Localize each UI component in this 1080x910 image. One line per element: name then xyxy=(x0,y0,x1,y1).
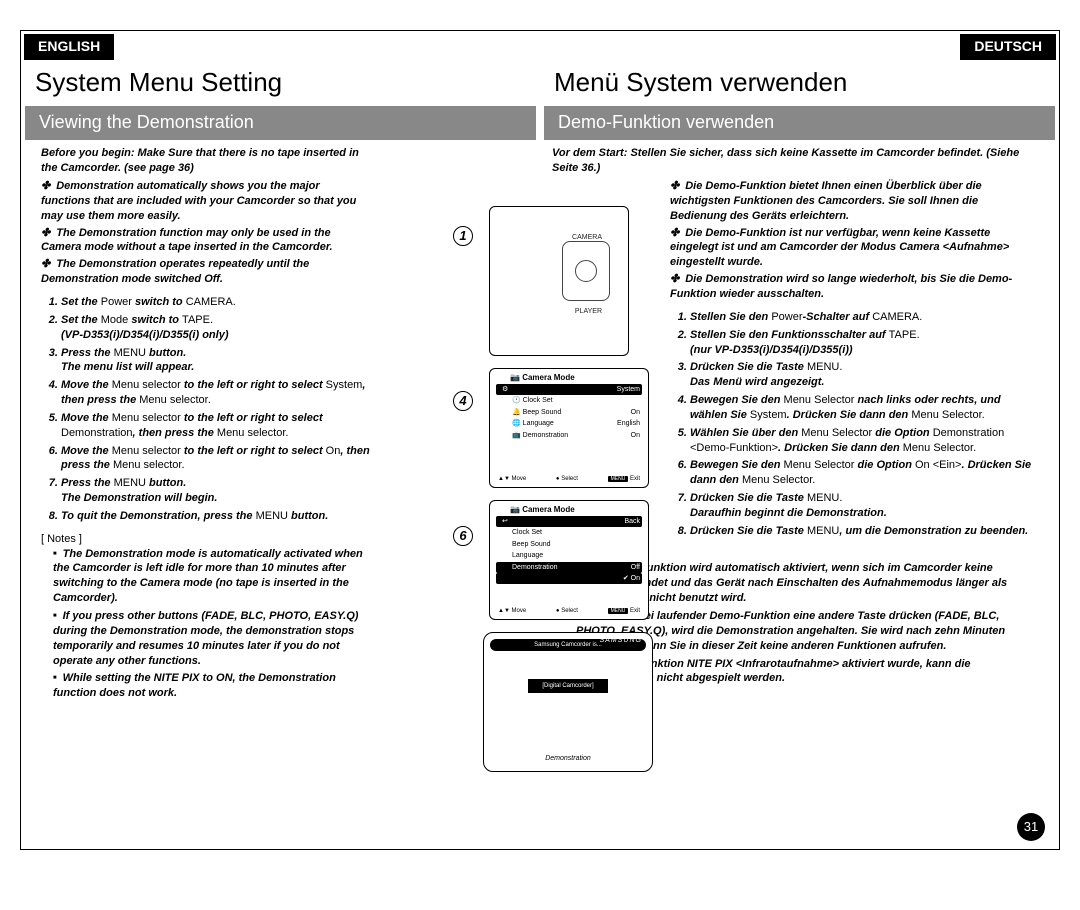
label-camera: CAMERA xyxy=(572,233,602,242)
menu-item: Beep Sound xyxy=(496,539,642,550)
left-heading: System Menu Setting xyxy=(35,65,540,100)
bullet: The Demonstration operates repeatedly un… xyxy=(41,257,370,287)
mode-dial-icon xyxy=(562,241,610,301)
step-badge-1: 1 xyxy=(453,226,473,246)
step-badge-6: 6 xyxy=(453,526,473,546)
right-intro: Vor dem Start: Stellen Sie sicher, dass … xyxy=(552,146,1035,176)
menu-item: Clock Set xyxy=(496,527,642,538)
left-notes: The Demonstration mode is automatically … xyxy=(41,547,370,701)
center-figures: 1 CAMERA PLAYER 4 📷 Camera Mode ⚙ System… xyxy=(441,206,651,772)
step-badge-4: 4 xyxy=(453,391,473,411)
menu-title: 📷 Camera Mode xyxy=(510,505,642,516)
lang-tab-deutsch: DEUTSCH xyxy=(960,34,1056,60)
step: Move the Menu selector to the left or ri… xyxy=(61,378,370,408)
step: Stellen Sie den Funktionsschalter auf TA… xyxy=(690,328,1035,358)
step: Set the Power switch to CAMERA. xyxy=(61,295,370,310)
demo-top-bar: Samsung Camcorder is... SAMSUNG xyxy=(490,639,646,651)
right-steps: Stellen Sie den Power-Schalter auf CAMER… xyxy=(670,310,1035,539)
menu-screen-6: 📷 Camera Mode ↩ Back Clock Set Beep Soun… xyxy=(489,500,649,620)
menu-subhead: ⚙ System xyxy=(496,384,642,395)
left-bullets: Demonstration automatically shows you th… xyxy=(41,179,370,287)
menu-title: 📷 Camera Mode xyxy=(510,373,642,384)
left-intro: Before you begin: Make Sure that there i… xyxy=(41,146,370,176)
demo-mid-label: [Digital Camcorder] xyxy=(528,679,608,693)
step: Wählen Sie über den Menu Selector die Op… xyxy=(690,426,1035,456)
right-heading: Menü System verwenden xyxy=(554,65,1059,100)
bullet: Die Demo-Funktion ist nur verfügbar, wen… xyxy=(670,226,1035,271)
step: Drücken Sie die Taste MENU, um die Demon… xyxy=(690,524,1035,539)
note: While setting the NITE PIX to ON, the De… xyxy=(53,671,370,701)
menu-hints: ▲▼ Move ● Select MENU Exit xyxy=(498,475,640,483)
demo-bottom-label: Demonstration xyxy=(484,754,652,763)
notes-label: [ Notes ] xyxy=(41,532,370,547)
right-bullets: Die Demo-Funktion bietet Ihnen einen Übe… xyxy=(670,179,1035,302)
menu-back: ↩ Back xyxy=(496,516,642,527)
menu-item: Language xyxy=(496,550,642,561)
menu-item: 🔔 Beep SoundOn xyxy=(496,407,642,418)
menu-item: 🕐 Clock Set xyxy=(496,395,642,406)
step: Move the Menu selector to the left or ri… xyxy=(61,444,370,474)
page-number: 31 xyxy=(1017,813,1045,841)
right-subheading: Demo-Funktion verwenden xyxy=(544,106,1055,140)
step: Bewegen Sie den Menu Selector nach links… xyxy=(690,393,1035,423)
menu-item-selected: DemonstrationOff xyxy=(496,562,642,573)
step: Bewegen Sie den Menu Selector die Option… xyxy=(690,458,1035,488)
bullet: Demonstration automatically shows you th… xyxy=(41,179,370,224)
step: Drücken Sie die Taste MENU.Daraufhin beg… xyxy=(690,491,1035,521)
menu-item: 📺 DemonstrationOn xyxy=(496,430,642,441)
step: Stellen Sie den Power-Schalter auf CAMER… xyxy=(690,310,1035,325)
left-steps: Set the Power switch to CAMERA. Set the … xyxy=(41,295,370,524)
bullet: Die Demo-Funktion bietet Ihnen einen Übe… xyxy=(670,179,1035,224)
bullet: The Demonstration function may only be u… xyxy=(41,226,370,256)
menu-screen-4: 📷 Camera Mode ⚙ System 🕐 Clock Set 🔔 Bee… xyxy=(489,368,649,488)
menu-item-on: ✔ On xyxy=(496,573,642,584)
brand-logo: SAMSUNG xyxy=(600,636,642,645)
menu-item: 🌐 LanguageEnglish xyxy=(496,418,642,429)
bullet: Die Demonstration wird so lange wiederho… xyxy=(670,272,1035,302)
lang-tab-english: ENGLISH xyxy=(24,34,114,60)
step: To quit the Demonstration, press the MEN… xyxy=(61,509,370,524)
step: Press the MENU button.The Demonstration … xyxy=(61,476,370,506)
step: Move the Menu selector to the left or ri… xyxy=(61,411,370,441)
left-subheading: Viewing the Demonstration xyxy=(25,106,536,140)
menu-hints: ▲▼ Move ● Select MENU Exit xyxy=(498,607,640,615)
note: If you press other buttons (FADE, BLC, P… xyxy=(53,609,370,668)
step: Set the Mode switch to TAPE.(VP-D353(i)/… xyxy=(61,313,370,343)
manual-page: ENGLISH System Menu Setting Viewing the … xyxy=(20,30,1060,850)
demo-screen: Samsung Camcorder is... SAMSUNG [Digital… xyxy=(483,632,653,772)
label-player: PLAYER xyxy=(575,307,602,316)
camcorder-diagram: CAMERA PLAYER xyxy=(489,206,629,356)
step: Drücken Sie die Taste MENU.Das Menü wird… xyxy=(690,360,1035,390)
step: Press the MENU button.The menu list will… xyxy=(61,346,370,376)
note: The Demonstration mode is automatically … xyxy=(53,547,370,606)
